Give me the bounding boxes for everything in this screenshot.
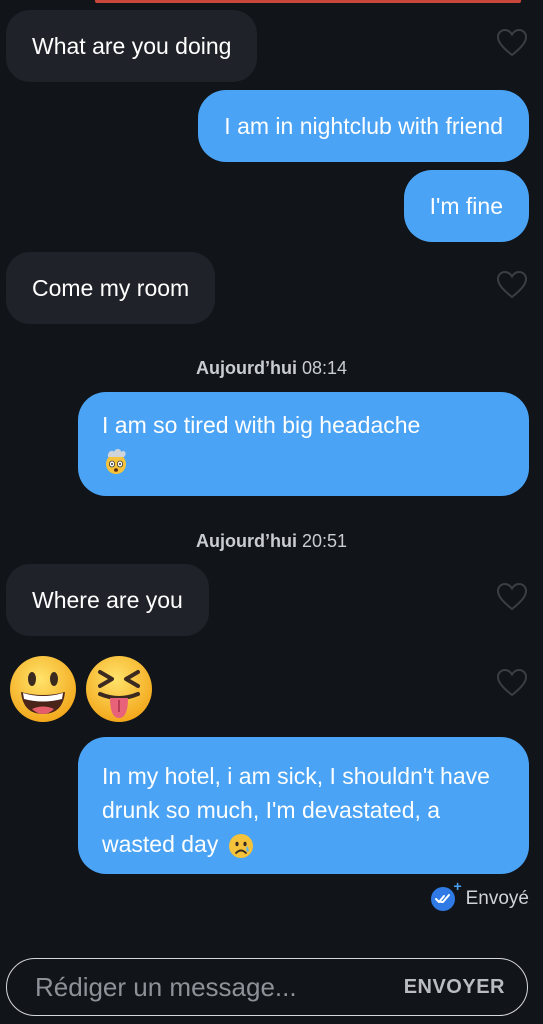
sent-message[interactable]: I am in nightclub with friend	[198, 90, 529, 162]
heart-icon[interactable]	[496, 270, 528, 300]
message-input[interactable]	[33, 970, 367, 1004]
exploding-head-emoji	[102, 447, 130, 475]
delivery-status: + Envoyé	[430, 878, 529, 912]
top-accent-line	[95, 0, 521, 3]
sent-message[interactable]: I'm fine	[403, 170, 529, 242]
timestamp-time: 08:14	[301, 358, 348, 378]
timestamp-day: Aujourd’hui	[195, 531, 297, 551]
message-text: What are you doing	[32, 33, 232, 59]
received-message[interactable]: Come my room	[6, 252, 216, 324]
double-check-icon: +	[430, 878, 462, 912]
send-button[interactable]: ENVOYER	[398, 975, 511, 1000]
heart-icon[interactable]	[496, 28, 528, 58]
message-text: I'm fine	[429, 193, 503, 219]
sent-message[interactable]: I am so tired with big headache	[78, 392, 529, 496]
crying-face-emoji	[227, 832, 255, 860]
message-text: Come my room	[32, 275, 190, 301]
message-timestamp: Aujourd’hui 08:14	[0, 358, 543, 379]
message-composer: ENVOYER	[6, 958, 528, 1016]
squinting-tongue-emoji[interactable]	[84, 654, 154, 724]
status-label: Envoyé	[465, 888, 529, 909]
message-text: In my hotel, i am sick, I shouldn't have…	[102, 763, 490, 857]
plus-icon: +	[453, 878, 462, 894]
received-message[interactable]: What are you doing	[6, 10, 258, 82]
message-text: Where are you	[32, 587, 183, 613]
heart-icon[interactable]	[496, 668, 528, 698]
timestamp-time: 20:51	[301, 531, 348, 551]
heart-icon[interactable]	[496, 582, 528, 612]
grinning-face-emoji[interactable]	[8, 654, 78, 724]
received-message[interactable]: Where are you	[6, 564, 209, 636]
message-timestamp: Aujourd’hui 20:51	[0, 531, 543, 552]
timestamp-day: Aujourd’hui	[195, 358, 297, 378]
sent-message[interactable]: In my hotel, i am sick, I shouldn't have…	[78, 737, 529, 874]
message-text: I am in nightclub with friend	[224, 113, 503, 139]
message-text: I am so tired with big headache	[102, 412, 421, 438]
